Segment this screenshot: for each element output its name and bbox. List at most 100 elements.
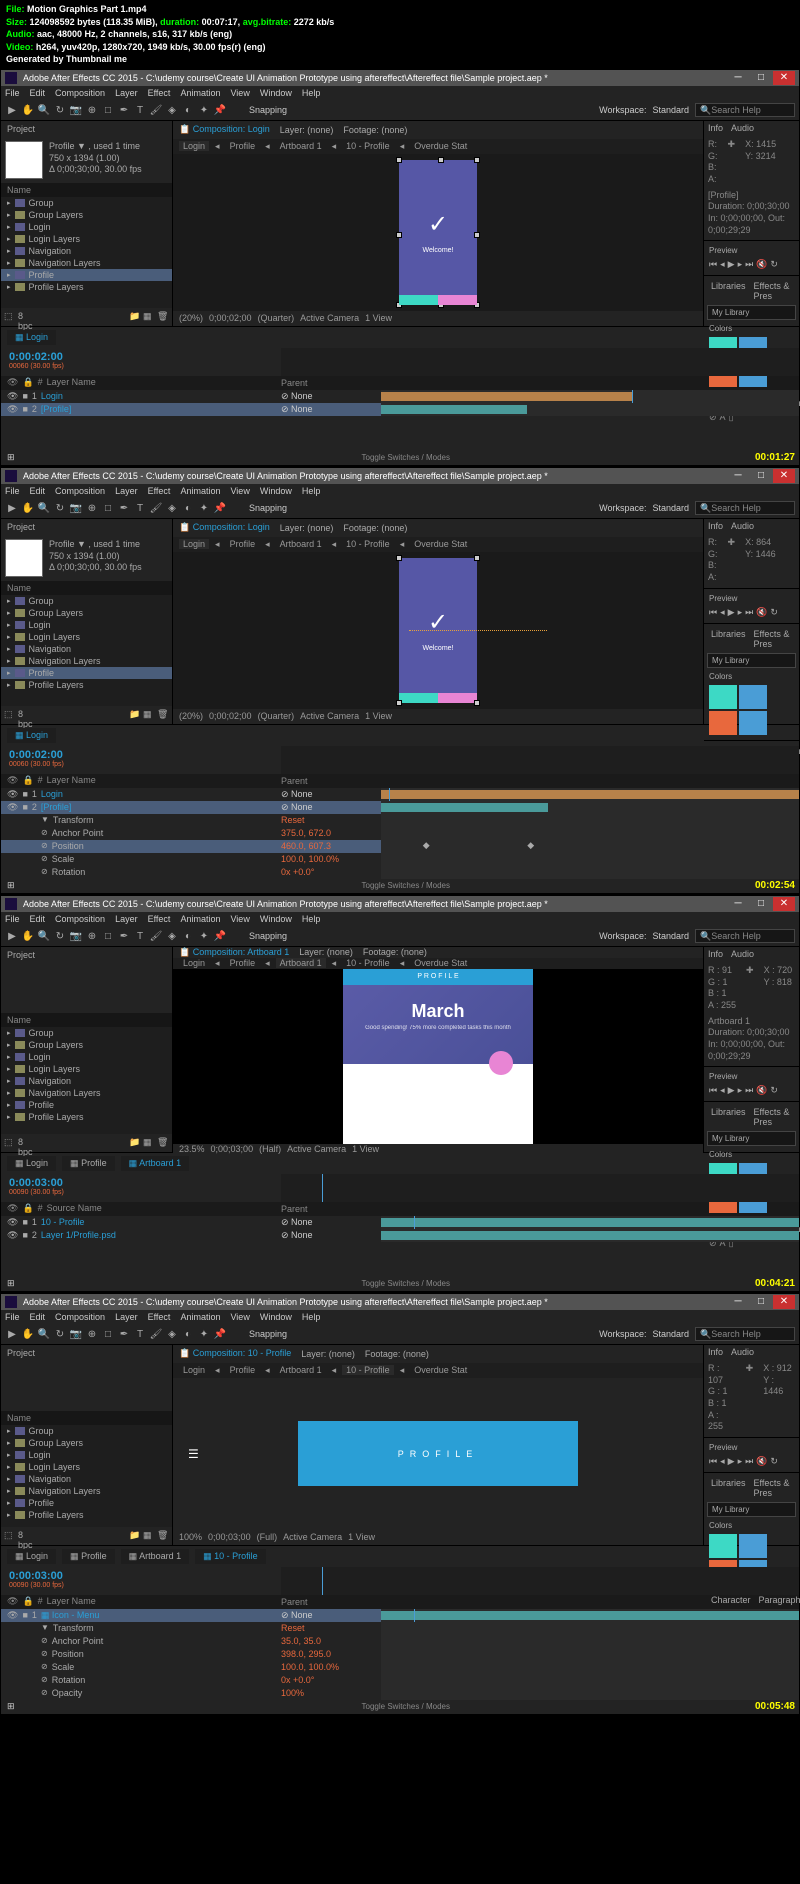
first-frame-icon[interactable]: ⏮ [709, 607, 717, 618]
mute-icon[interactable]: 🔇 [756, 607, 767, 618]
breadcrumb-item[interactable]: Overdue Stat [410, 539, 471, 549]
layer-row-selected[interactable]: 👁■2[Profile] ⊘ None [1, 403, 799, 416]
loop-icon[interactable]: ↻ [770, 1085, 778, 1096]
new-comp-icon[interactable]: ▦ [143, 1137, 155, 1149]
layer-tab[interactable]: Layer: (none) [299, 947, 353, 957]
text-tool-icon[interactable]: T [133, 929, 147, 943]
pen-tool-icon[interactable]: ✒ [117, 929, 131, 943]
last-frame-icon[interactable]: ⏭ [745, 1085, 753, 1096]
toggle-icon[interactable]: ⊞ [7, 880, 15, 891]
minimize-button[interactable]: ─ [727, 1295, 749, 1309]
tree-item[interactable]: Login [1, 619, 172, 631]
play-icon[interactable]: ▶ [728, 607, 735, 618]
menu-help[interactable]: Help [302, 486, 321, 496]
info-tab[interactable]: Info [708, 521, 723, 531]
canvas-login[interactable]: ✓ Welcome! [399, 160, 477, 305]
audio-tab[interactable]: Audio [731, 1347, 754, 1357]
loop-icon[interactable]: ↻ [770, 259, 778, 270]
canvas-login[interactable]: ✓ Welcome! [399, 558, 477, 703]
prop-row[interactable]: ⊘ Anchor Point375.0, 672.0 [1, 827, 799, 840]
menu-animation[interactable]: Animation [180, 88, 220, 98]
footage-tab[interactable]: Footage: (none) [343, 523, 407, 533]
prev-frame-icon[interactable]: ◂ [720, 1456, 725, 1467]
tree-item[interactable]: Navigation Layers [1, 257, 172, 269]
zoom-tool-icon[interactable]: 🔍 [37, 1327, 51, 1341]
tree-item[interactable]: Profile Layers [1, 1509, 172, 1521]
effects-tab[interactable]: Effects & Pres [754, 629, 792, 649]
breadcrumb-item[interactable]: Artboard 1 [276, 141, 326, 151]
prop-row[interactable]: ⊘ Rotation0x +0.0° [1, 1674, 799, 1687]
menu-edit[interactable]: Edit [30, 1312, 46, 1322]
libraries-tab[interactable]: Libraries [711, 281, 746, 301]
bpc-label[interactable]: 8 bpc [18, 311, 30, 323]
prop-row[interactable]: ⊘ Anchor Point35.0, 35.0 [1, 1635, 799, 1648]
puppet-tool-icon[interactable]: 📌 [213, 929, 227, 943]
close-button[interactable]: ✕ [773, 469, 795, 483]
eraser-tool-icon[interactable]: ◐ [181, 929, 195, 943]
menu-view[interactable]: View [230, 486, 249, 496]
menu-composition[interactable]: Composition [55, 486, 105, 496]
tree-item[interactable]: Group Layers [1, 209, 172, 221]
project-tab[interactable]: Project [1, 121, 172, 137]
quality-dropdown[interactable]: (Full) [257, 1532, 278, 1542]
footage-tab[interactable]: Footage: (none) [343, 125, 407, 135]
timeline-tab[interactable]: ▦ Profile [62, 1549, 115, 1564]
library-dropdown[interactable]: My Library [707, 1502, 796, 1517]
eraser-tool-icon[interactable]: ◐ [181, 1327, 195, 1341]
menu-window[interactable]: Window [260, 88, 292, 98]
tree-item[interactable]: Navigation Layers [1, 1087, 172, 1099]
effects-tab[interactable]: Effects & Pres [754, 281, 792, 301]
next-frame-icon[interactable]: ▸ [738, 259, 743, 270]
zoom-dropdown[interactable]: 23.5% [179, 1144, 205, 1154]
libraries-tab[interactable]: Libraries [711, 1107, 746, 1127]
menu-edit[interactable]: Edit [30, 486, 46, 496]
camera-tool-icon[interactable]: 📷 [69, 929, 83, 943]
rotate-tool-icon[interactable]: ↻ [53, 103, 67, 117]
timeline-tab[interactable]: ▦ Profile [62, 1156, 115, 1171]
timeline-tab[interactable]: ▦ Login [7, 330, 56, 345]
menu-animation[interactable]: Animation [180, 1312, 220, 1322]
tree-item[interactable]: Profile [1, 1497, 172, 1509]
breadcrumb-item[interactable]: 10 - Profile [342, 1365, 394, 1375]
breadcrumb-item[interactable]: Overdue Stat [410, 141, 471, 151]
timecode[interactable]: 0:00:02:00 [9, 749, 273, 761]
rotate-tool-icon[interactable]: ↻ [53, 929, 67, 943]
camera-tool-icon[interactable]: 📷 [69, 1327, 83, 1341]
preview-tab[interactable]: Preview [707, 1070, 796, 1083]
preview-tab[interactable]: Preview [707, 1441, 796, 1454]
shape-tool-icon[interactable]: □ [101, 1327, 115, 1341]
next-frame-icon[interactable]: ▸ [738, 1456, 743, 1467]
toggle-icon[interactable]: ⊞ [7, 452, 15, 463]
tree-item[interactable]: Login [1, 1449, 172, 1461]
timeline-tab[interactable]: ▦ Artboard 1 [121, 1549, 190, 1564]
info-tab[interactable]: Info [708, 1347, 723, 1357]
snapping-label[interactable]: Snapping [249, 931, 287, 941]
layer-row[interactable]: 👁■1Login⊘ None [1, 788, 799, 801]
prop-row[interactable]: ⊘ Scale100.0, 100.0% [1, 853, 799, 866]
brush-tool-icon[interactable]: 🖌 [149, 1327, 163, 1341]
toggle-switches[interactable]: Toggle Switches / Modes [362, 1702, 451, 1711]
menu-help[interactable]: Help [302, 88, 321, 98]
new-folder-icon[interactable]: 📁 [129, 709, 141, 721]
close-button[interactable]: ✕ [773, 71, 795, 85]
tree-item[interactable]: Profile Layers [1, 281, 172, 293]
tree-item[interactable]: Group Layers [1, 1039, 172, 1051]
menu-view[interactable]: View [230, 1312, 249, 1322]
play-icon[interactable]: ▶ [728, 1456, 735, 1467]
bpc-label[interactable]: 8 bpc [18, 709, 30, 721]
menu-edit[interactable]: Edit [30, 88, 46, 98]
mute-icon[interactable]: 🔇 [756, 1085, 767, 1096]
clone-tool-icon[interactable]: ◈ [165, 929, 179, 943]
layer-tab[interactable]: Layer: (none) [280, 523, 334, 533]
menu-composition[interactable]: Composition [55, 914, 105, 924]
maximize-button[interactable]: □ [750, 71, 772, 85]
camera-dropdown[interactable]: Active Camera [300, 313, 359, 323]
next-frame-icon[interactable]: ▸ [738, 1085, 743, 1096]
tree-item[interactable]: Login [1, 221, 172, 233]
pan-behind-tool-icon[interactable]: ⊕ [85, 1327, 99, 1341]
pan-behind-tool-icon[interactable]: ⊕ [85, 103, 99, 117]
workspace-dropdown[interactable]: Standard [652, 105, 689, 115]
snapping-label[interactable]: Snapping [249, 503, 287, 513]
menu-window[interactable]: Window [260, 1312, 292, 1322]
timecode[interactable]: 0:00:03:00 [9, 1570, 273, 1582]
